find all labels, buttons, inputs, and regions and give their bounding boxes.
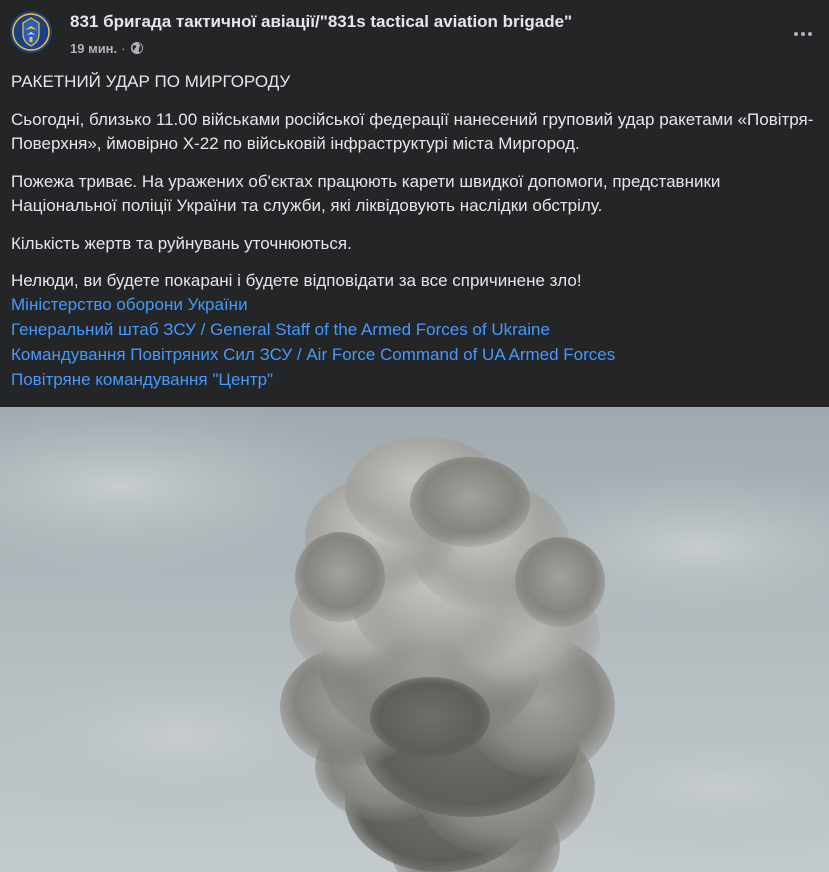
more-options-button[interactable] (787, 18, 819, 50)
more-options-icon (801, 32, 805, 36)
post-paragraph: Сьогодні, близько 11.00 військами російс… (11, 109, 814, 154)
post-headline: РАКЕТНИЙ УДАР ПО МИРГОРОДУ (11, 72, 291, 91)
brigade-emblem-icon (10, 11, 52, 53)
post-text: РАКЕТНИЙ УДАР ПО МИРГОРОДУ Сьогодні, бли… (11, 70, 821, 307)
tagged-pages: Міністерство оборони України Генеральний… (11, 292, 615, 392)
post-paragraph: Нелюди, ви будете покарані і будете відп… (11, 271, 582, 290)
smoke-cloud-photo (0, 407, 829, 872)
post-timestamp[interactable]: 19 мин. (70, 41, 117, 56)
meta-separator: · (121, 40, 126, 56)
page-name-link[interactable]: 831 бригада тактичної авіації/"831s tact… (70, 12, 572, 32)
page-avatar[interactable] (10, 11, 52, 53)
post-meta: 19 мин. · (70, 39, 144, 57)
post-header: 831 бригада тактичної авіації/"831s tact… (0, 0, 829, 66)
facebook-post: 831 бригада тактичної авіації/"831s tact… (0, 0, 829, 872)
tag-link-general-staff[interactable]: Генеральний штаб ЗСУ / General Staff of … (11, 317, 615, 342)
tag-link-ministry-of-defense[interactable]: Міністерство оборони України (11, 292, 615, 317)
tag-link-air-force-command[interactable]: Командування Повітряних Сил ЗСУ / Air Fo… (11, 342, 615, 367)
more-options-icon (808, 32, 812, 36)
post-photo[interactable] (0, 407, 829, 872)
post-paragraph: Кількість жертв та руйнувань уточнюються… (11, 233, 352, 253)
tag-link-air-command-center[interactable]: Повітряне командування "Центр" (11, 367, 615, 392)
more-options-icon (794, 32, 798, 36)
globe-icon[interactable] (130, 41, 144, 55)
post-paragraph: Пожежа триває. На уражених об'єктах прац… (11, 171, 721, 216)
